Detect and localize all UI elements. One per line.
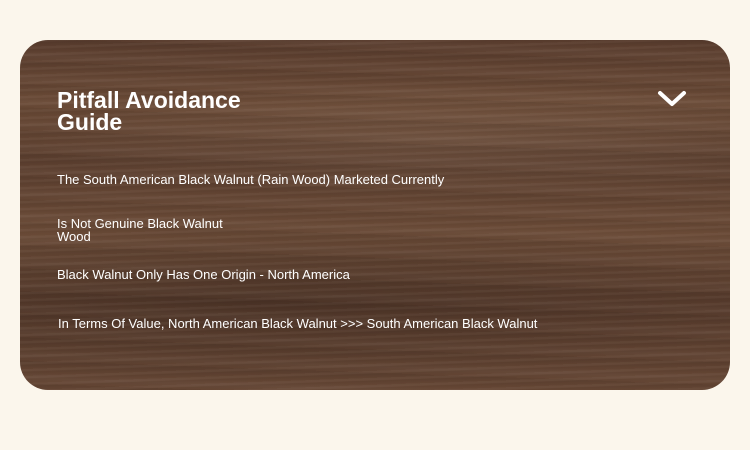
collapse-toggle[interactable]	[656, 88, 688, 110]
guide-title: Pitfall Avoidance Guide	[57, 87, 241, 135]
pitfall-guide-card: Pitfall Avoidance Guide The South Americ…	[20, 40, 730, 390]
chevron-down-icon	[658, 91, 686, 106]
guide-line-2: Is Not Genuine Black Walnut Wood	[57, 216, 223, 244]
guide-line-1: The South American Black Walnut (Rain Wo…	[57, 172, 445, 187]
guide-line-4: In Terms Of Value, North American Black …	[58, 316, 538, 331]
guide-line-3: Black Walnut Only Has One Origin - North…	[57, 267, 350, 282]
